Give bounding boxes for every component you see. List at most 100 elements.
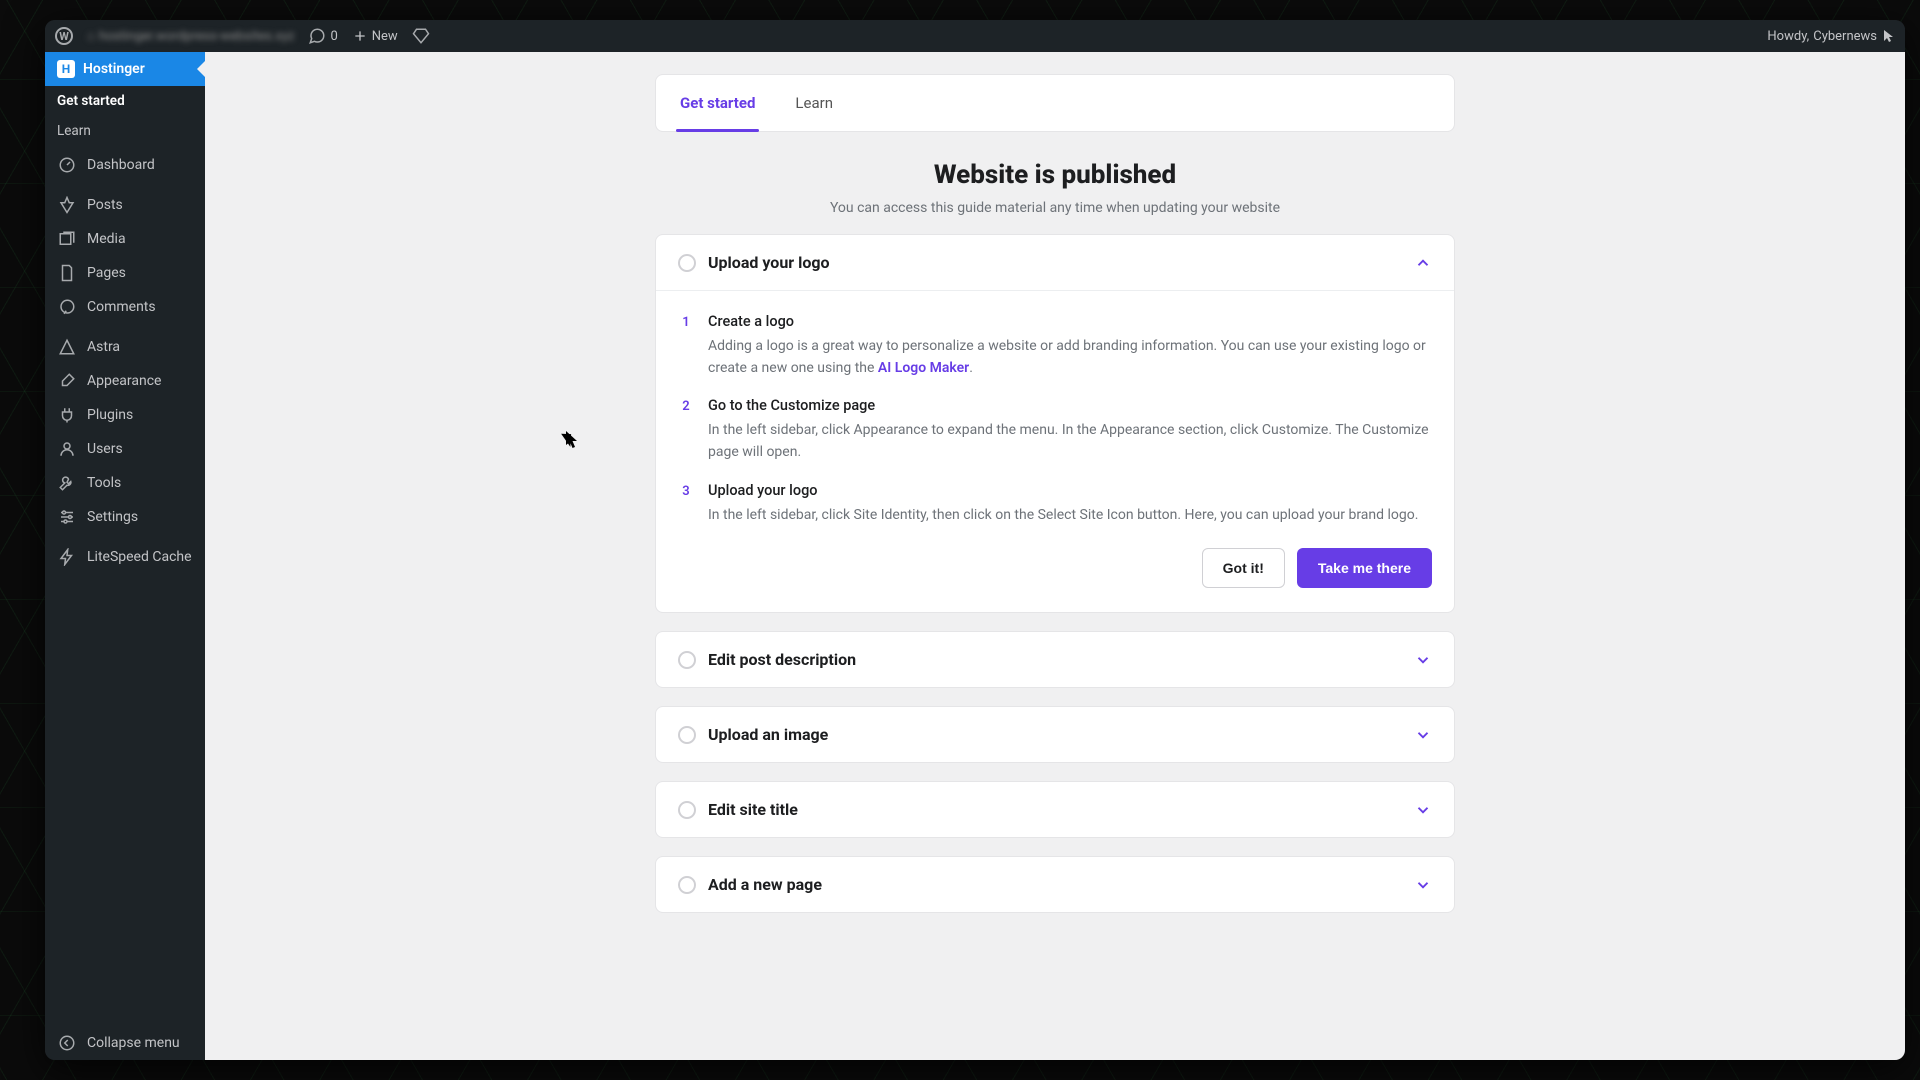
sidebar-item-dashboard[interactable]: Dashboard [45, 148, 205, 182]
task-toggle-upload-image[interactable]: Upload an image [656, 707, 1454, 762]
page-headline: Website is published You can access this… [655, 160, 1455, 216]
sidebar-item-label: Media [87, 231, 126, 247]
sidebar-item-users[interactable]: Users [45, 432, 205, 466]
comment-icon [57, 298, 77, 316]
step-title: Upload your logo [708, 482, 1432, 499]
site-home-icon: ⌂ [87, 28, 95, 44]
page-icon [57, 264, 77, 282]
sidebar-item-appearance[interactable]: Appearance [45, 364, 205, 398]
application-window: W ⌂ hostinger.wordpress-websites.xyz 0 N… [45, 20, 1905, 1060]
brush-icon [57, 372, 77, 390]
sidebar-item-comments[interactable]: Comments [45, 290, 205, 324]
task-checkbox-icon [678, 651, 696, 669]
collapse-menu-button[interactable]: Collapse menu [45, 1026, 205, 1060]
task-title: Edit site title [708, 800, 798, 819]
pin-icon [57, 196, 77, 214]
got-it-button[interactable]: Got it! [1202, 548, 1285, 588]
sidebar-item-label: Plugins [87, 407, 133, 423]
task-step: 3 Upload your logo In the left sidebar, … [678, 482, 1432, 527]
sidebar-item-label: Astra [87, 339, 120, 355]
cursor-icon [1883, 29, 1895, 43]
task-title: Edit post description [708, 650, 856, 669]
step-title: Create a logo [708, 313, 1432, 330]
sidebar-item-label: Users [87, 441, 123, 457]
mouse-cursor-icon [565, 430, 577, 448]
task-title: Add a new page [708, 875, 822, 894]
wp-admin-bar: W ⌂ hostinger.wordpress-websites.xyz 0 N… [45, 20, 1905, 52]
user-display-name: Cybernews [1813, 29, 1877, 44]
take-me-there-button[interactable]: Take me there [1297, 548, 1432, 588]
tab-get-started[interactable]: Get started [680, 75, 755, 131]
tab-learn[interactable]: Learn [795, 75, 833, 131]
task-checkbox-icon [678, 876, 696, 894]
sidebar-item-label: Get started [57, 93, 125, 109]
sidebar-item-tools[interactable]: Tools [45, 466, 205, 500]
collapse-icon [57, 1034, 77, 1052]
sidebar-item-label: Pages [87, 265, 126, 281]
view-site-link[interactable] [412, 27, 430, 45]
comment-bubble-icon [308, 27, 326, 45]
new-label: New [372, 29, 398, 44]
sidebar-item-label: Tools [87, 475, 121, 491]
wordpress-logo-icon: W [55, 27, 73, 45]
task-card-edit-post-description: Edit post description [655, 631, 1455, 688]
task-actions: Got it! Take me there [678, 548, 1432, 588]
plus-icon [352, 28, 368, 44]
wp-body: H Hostinger Get started Learn Dashboard … [45, 52, 1905, 1060]
chevron-down-icon [1414, 876, 1432, 894]
sidebar-sub-learn[interactable]: Learn [45, 116, 205, 146]
step-number: 1 [678, 313, 694, 379]
sidebar-item-posts[interactable]: Posts [45, 188, 205, 222]
task-toggle-edit-site-title[interactable]: Edit site title [656, 782, 1454, 837]
task-step: 1 Create a logo Adding a logo is a great… [678, 313, 1432, 379]
step-description: In the left sidebar, click Appearance to… [708, 420, 1432, 463]
site-name-link[interactable]: ⌂ hostinger.wordpress-websites.xyz [87, 28, 294, 44]
sidebar-item-settings[interactable]: Settings [45, 500, 205, 534]
sidebar-item-label: Collapse menu [87, 1035, 180, 1051]
sidebar-item-pages[interactable]: Pages [45, 256, 205, 290]
account-menu[interactable]: Howdy, Cybernews [1767, 29, 1895, 44]
sidebar-item-label: Appearance [87, 373, 161, 389]
tab-label: Learn [795, 94, 833, 112]
bolt-icon [57, 548, 77, 566]
step-description: Adding a logo is a great way to personal… [708, 336, 1432, 379]
chevron-down-icon [1414, 801, 1432, 819]
page-title: Website is published [655, 160, 1455, 190]
ai-logo-maker-link[interactable]: AI Logo Maker [878, 360, 969, 376]
task-card-add-new-page: Add a new page [655, 856, 1455, 913]
wp-logo-menu[interactable]: W [55, 27, 73, 45]
task-checkbox-icon [678, 726, 696, 744]
site-name-text: hostinger.wordpress-websites.xyz [99, 29, 295, 44]
comments-link[interactable]: 0 [308, 27, 337, 45]
step-number: 3 [678, 482, 694, 527]
sidebar-item-media[interactable]: Media [45, 222, 205, 256]
user-icon [57, 440, 77, 458]
task-title: Upload your logo [708, 253, 830, 272]
task-body: 1 Create a logo Adding a logo is a great… [656, 290, 1454, 612]
step-desc-text-after: . [969, 360, 973, 376]
task-checkbox-icon [678, 801, 696, 819]
page-subtitle: You can access this guide material any t… [655, 200, 1455, 216]
chevron-down-icon [1414, 726, 1432, 744]
tabs-card: Get started Learn [655, 74, 1455, 132]
comments-count: 0 [330, 29, 337, 44]
sidebar-item-plugins[interactable]: Plugins [45, 398, 205, 432]
task-checkbox-icon [678, 254, 696, 272]
chevron-up-icon [1414, 254, 1432, 272]
task-toggle-upload-logo[interactable]: Upload your logo [656, 235, 1454, 290]
step-title: Go to the Customize page [708, 397, 1432, 414]
step-desc-text: Adding a logo is a great way to personal… [708, 338, 1426, 376]
task-toggle-edit-post-description[interactable]: Edit post description [656, 632, 1454, 687]
sidebar-item-hostinger[interactable]: H Hostinger [45, 52, 205, 86]
sidebar-brand-label: Hostinger [83, 61, 145, 77]
task-card-upload-image: Upload an image [655, 706, 1455, 763]
diamond-icon [412, 27, 430, 45]
plug-icon [57, 406, 77, 424]
sidebar-item-litespeed-cache[interactable]: LiteSpeed Cache [45, 540, 205, 574]
sidebar-sub-get-started[interactable]: Get started [45, 86, 205, 116]
astra-icon [57, 338, 77, 356]
new-content-link[interactable]: New [352, 28, 398, 44]
step-description: In the left sidebar, click Site Identity… [708, 505, 1432, 527]
sidebar-item-astra[interactable]: Astra [45, 330, 205, 364]
task-toggle-add-new-page[interactable]: Add a new page [656, 857, 1454, 912]
